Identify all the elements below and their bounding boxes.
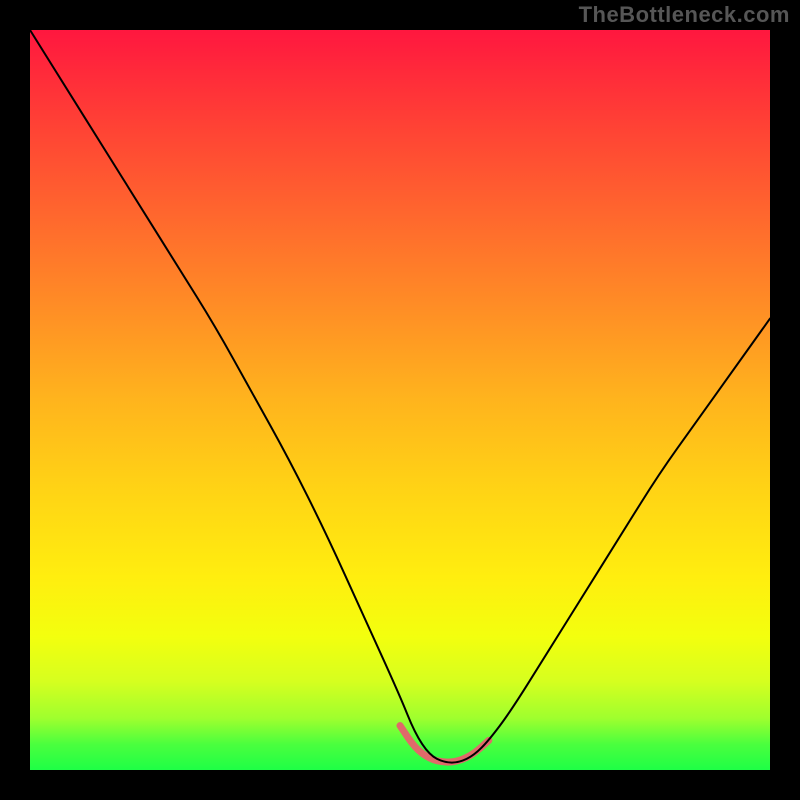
- watermark-text: TheBottleneck.com: [579, 2, 790, 28]
- bottleneck-curve: [30, 30, 770, 763]
- chart-frame: TheBottleneck.com: [0, 0, 800, 800]
- trough-highlight: [400, 726, 489, 762]
- curve-svg: [30, 30, 770, 770]
- plot-area: [30, 30, 770, 770]
